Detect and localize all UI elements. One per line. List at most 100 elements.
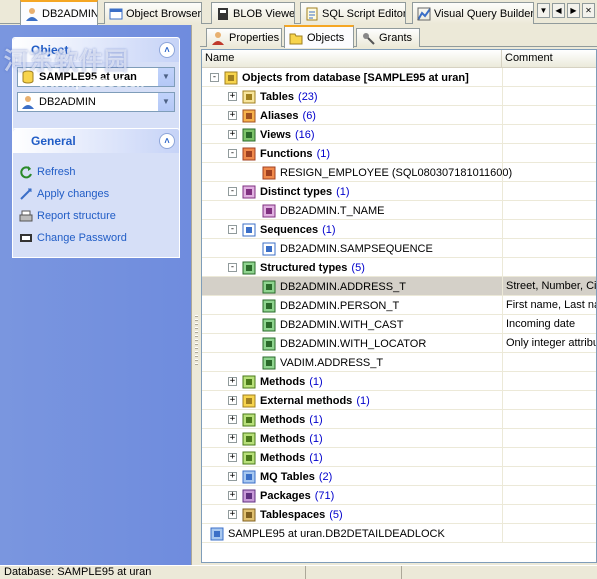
collapse-icon[interactable]: - [228, 263, 237, 272]
expand-icon[interactable]: + [228, 434, 237, 443]
collapse-icon[interactable]: - [228, 225, 237, 234]
tree-cell: + Methods (1) [228, 410, 323, 429]
tree-row[interactable]: - Sequences (1) [202, 220, 596, 239]
chevron-down-icon[interactable]: ▼ [157, 93, 174, 111]
functions-icon [242, 147, 256, 160]
chevron-down-icon[interactable]: ▼ [157, 68, 174, 86]
object-group-header[interactable]: Object ˄ [13, 38, 179, 62]
tree-row[interactable]: + Tablespaces (5) [202, 505, 596, 524]
tree-row[interactable]: + External methods (1) [202, 391, 596, 410]
tree-row[interactable]: + Aliases (6) [202, 106, 596, 125]
tree-row[interactable]: + Methods (1) [202, 429, 596, 448]
database-select[interactable]: SAMPLE95 at uran ▼ [17, 67, 175, 87]
tree-row[interactable]: + Methods (1) [202, 372, 596, 391]
tree-row[interactable]: + Methods (1) [202, 448, 596, 467]
tree-row-label: VADIM.ADDRESS_T [280, 356, 384, 369]
tree-row[interactable]: - Structured types (5) [202, 258, 596, 277]
change-password-link[interactable]: Change Password [13, 227, 179, 249]
tab-list-dropdown-icon[interactable]: ▼ [537, 3, 550, 18]
report-structure-label: Report structure [37, 210, 116, 222]
tree-row[interactable]: + MQ Tables (2) [202, 467, 596, 486]
tree-cell: + MQ Tables (2) [228, 467, 332, 486]
tree-row-count: (6) [302, 109, 316, 122]
tree-row[interactable]: DB2ADMIN.SAMPSEQUENCE [202, 239, 596, 258]
tab-visual-query-builder[interactable]: Visual Query Builder [412, 2, 534, 24]
tab-scroll-right-icon[interactable]: ▶ [567, 3, 580, 18]
objects-icon [289, 33, 303, 44]
collapse-icon[interactable]: - [228, 149, 237, 158]
expand-icon[interactable]: + [228, 491, 237, 500]
tab-sql-script-editor[interactable]: SQL Script Editor [300, 2, 406, 24]
tree-row[interactable]: DB2ADMIN.WITH_CAST Incoming date [202, 315, 596, 334]
expand-icon[interactable]: + [228, 453, 237, 462]
packages-icon [242, 489, 256, 502]
tree-row-label: DB2ADMIN.WITH_CAST [280, 318, 404, 331]
splitter-grip[interactable] [195, 315, 198, 365]
sequences-icon [242, 223, 256, 236]
expand-icon[interactable]: + [228, 130, 237, 139]
tree-row[interactable]: SAMPLE95 at uran.DB2DETAILDEADLOCK [202, 524, 596, 543]
tree-row-comment [502, 524, 596, 543]
collapse-icon[interactable]: - [210, 73, 219, 82]
tab-scroll-left-icon[interactable]: ◀ [552, 3, 565, 18]
expand-icon[interactable]: + [228, 510, 237, 519]
tree-row-comment: Incoming date [502, 315, 596, 334]
user-icon [22, 96, 34, 109]
structured-types-icon [242, 261, 256, 274]
collapse-general-icon[interactable]: ˄ [159, 133, 175, 149]
tab-objects[interactable]: Objects [284, 25, 354, 48]
report-structure-link[interactable]: Report structure [13, 205, 179, 227]
panel-splitter[interactable] [191, 25, 200, 565]
tree-row-comment [502, 220, 596, 239]
tree-row-comment [502, 353, 596, 372]
tree-row[interactable]: DB2ADMIN.ADDRESS_T Street, Number, Ci [202, 277, 596, 296]
tree-row[interactable]: - Functions (1) [202, 144, 596, 163]
tab-db2admin[interactable]: DB2ADMIN [20, 0, 98, 25]
tree-row[interactable]: RESIGN_EMPLOYEE (SQL080307181011600) [202, 163, 596, 182]
tab-grants[interactable]: Grants [356, 28, 420, 47]
column-header-name[interactable]: Name [202, 50, 502, 67]
tree-row-label: Methods [260, 432, 306, 445]
tab-object-browser[interactable]: Object Browser [104, 2, 202, 24]
tree-row[interactable]: VADIM.ADDRESS_T [202, 353, 596, 372]
tab-blob-viewer[interactable]: BLOB Viewer [211, 2, 295, 24]
tree-row[interactable]: - Distinct types (1) [202, 182, 596, 201]
close-tab-icon[interactable]: ✕ [582, 3, 595, 18]
tab-label: BLOB Viewer [233, 7, 295, 20]
tree-row[interactable]: DB2ADMIN.PERSON_T First name, Last na [202, 296, 596, 315]
tree-row-comment [502, 125, 596, 144]
object-group: Object ˄ SAMPLE95 at uran ▼ DB2ADMIN ▼ [12, 37, 180, 137]
expand-icon[interactable]: + [228, 92, 237, 101]
tree-row-label: External methods [260, 394, 353, 407]
expand-icon[interactable]: + [228, 415, 237, 424]
tree-row-count: (1) [309, 413, 323, 426]
tree-row[interactable]: DB2ADMIN.T_NAME [202, 201, 596, 220]
left-navigation-panel: 河东软件园 www.pc0359.cn Object ˄ SAMPLE95 at… [0, 25, 191, 565]
collapse-object-icon[interactable]: ˄ [159, 42, 175, 58]
tree-cell: DB2ADMIN.PERSON_T [248, 296, 399, 315]
general-group-header[interactable]: General ˄ [13, 129, 179, 153]
tree-row[interactable]: DB2ADMIN.WITH_LOCATOR Only integer attrib… [202, 334, 596, 353]
tree-row-comment [502, 87, 596, 106]
tree-row-label: Distinct types [260, 185, 333, 198]
schema-select[interactable]: DB2ADMIN ▼ [17, 92, 175, 112]
column-header-comment[interactable]: Comment [502, 50, 596, 67]
tree-row[interactable]: + Methods (1) [202, 410, 596, 429]
tree-row-count: (5) [351, 261, 365, 274]
tree-row[interactable]: + Tables (23) [202, 87, 596, 106]
apply-changes-link[interactable]: Apply changes [13, 183, 179, 205]
tree-cell: SAMPLE95 at uran.DB2DETAILDEADLOCK [210, 524, 445, 543]
refresh-link[interactable]: Refresh [13, 161, 179, 183]
collapse-icon[interactable]: - [228, 187, 237, 196]
expand-icon[interactable]: + [228, 472, 237, 481]
tree-row[interactable]: - Objects from database [SAMPLE95 at uran… [202, 68, 596, 87]
expand-icon[interactable]: + [228, 377, 237, 386]
tree-row[interactable]: + Views (16) [202, 125, 596, 144]
refresh-icon [20, 166, 32, 179]
tab-properties[interactable]: Properties [206, 28, 282, 47]
expand-icon[interactable]: + [228, 111, 237, 120]
tree-cell: + Methods (1) [228, 448, 323, 467]
tree-row-label: DB2ADMIN.PERSON_T [280, 299, 400, 312]
expand-icon[interactable]: + [228, 396, 237, 405]
tree-row[interactable]: + Packages (71) [202, 486, 596, 505]
